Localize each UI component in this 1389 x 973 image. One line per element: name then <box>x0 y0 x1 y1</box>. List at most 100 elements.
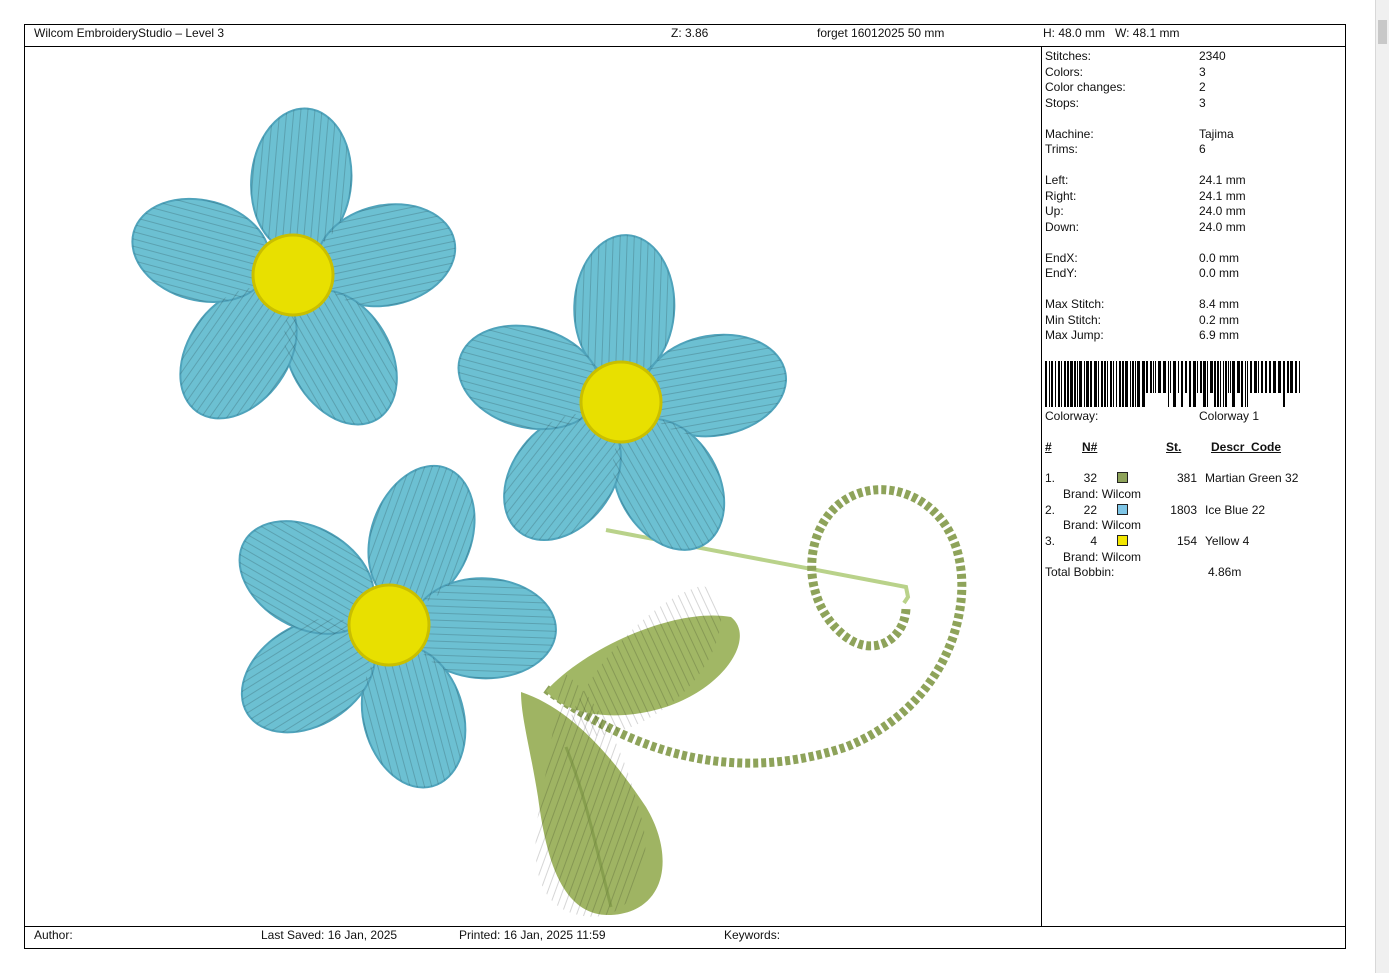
flower-top-left <box>131 107 457 426</box>
barcode-bar <box>1223 361 1224 407</box>
stat-label: Min Stitch: <box>1045 312 1102 327</box>
barcode-bar <box>1064 361 1066 407</box>
barcode-bar <box>1094 361 1097 407</box>
table-header-stitches: St. <box>1166 440 1182 454</box>
barcode-bar <box>1230 361 1231 393</box>
color-index: 2. <box>1045 502 1056 517</box>
footer-divider <box>25 926 1345 927</box>
barcode-bar <box>1077 361 1078 407</box>
stem-line <box>605 528 911 605</box>
barcode-bar <box>1116 361 1117 407</box>
footer-author: Author: <box>34 928 73 942</box>
design-dimensions: H: 48.0 mm W: 48.1 mm <box>1043 26 1180 40</box>
barcode-bar <box>1254 361 1257 393</box>
barcode-bar <box>1210 361 1213 393</box>
barcode-bar <box>1214 361 1216 407</box>
stat-label: Stops: <box>1045 95 1080 110</box>
stat-label: Max Stitch: <box>1045 297 1105 311</box>
barcode-bar <box>1119 361 1121 407</box>
vertical-scrollbar[interactable] <box>1375 0 1389 973</box>
barcode-bar <box>1051 361 1053 407</box>
stat-value: 24.0 mm <box>1199 219 1246 234</box>
flower-center <box>579 360 663 444</box>
color-swatch <box>1117 535 1128 546</box>
barcode-bar <box>1189 361 1191 407</box>
stat-value: 2340 <box>1199 49 1226 63</box>
barcode-bar <box>1067 361 1069 407</box>
barcode-bar <box>1225 361 1227 407</box>
barcode-bar <box>1203 361 1206 407</box>
barcode-bar <box>1200 361 1202 393</box>
barcode-bar <box>1158 361 1161 393</box>
barcode-bar <box>1269 361 1271 393</box>
stat-label: Left: <box>1045 173 1069 187</box>
footer-printed: Printed: 16 Jan, 2025 11:59 <box>459 928 606 942</box>
barcode-bar <box>1207 361 1208 407</box>
color-needle: 32 <box>1083 471 1097 485</box>
barcode-bar <box>1168 361 1169 407</box>
color-brand: Brand: Wilcom <box>1063 518 1142 532</box>
stat-label: EndY: <box>1045 266 1078 280</box>
barcode-bar <box>1135 361 1136 407</box>
color-description: Yellow 4 <box>1205 534 1250 548</box>
barcode-bar <box>1049 361 1050 407</box>
stat-value: 3 <box>1199 95 1206 110</box>
stat-value: 6.9 mm <box>1199 328 1240 342</box>
barcode <box>1045 361 1300 407</box>
stat-label: Trims: <box>1045 142 1078 156</box>
leaf-lower <box>521 673 663 917</box>
stat-label: Max Jump: <box>1045 328 1104 342</box>
barcode-bar <box>1104 361 1106 407</box>
stat-value: 0.0 mm <box>1199 266 1240 280</box>
barcode-bar <box>1055 361 1056 407</box>
color-stitches: 1803 <box>1170 502 1197 517</box>
scrollbar-thumb[interactable] <box>1378 20 1387 44</box>
barcode-bar <box>1299 361 1300 393</box>
barcode-bar <box>1074 361 1076 407</box>
color-description: Martian Green 32 <box>1205 471 1299 485</box>
table-header-num: # <box>1045 440 1052 454</box>
color-needle: 22 <box>1083 502 1097 517</box>
barcode-bar <box>1098 361 1099 407</box>
barcode-bar <box>1086 361 1089 407</box>
barcode-bar <box>1132 361 1134 407</box>
barcode-bar <box>1185 361 1187 393</box>
color-index: 1. <box>1045 471 1056 485</box>
barcode-bar <box>1273 361 1276 393</box>
production-worksheet: Wilcom EmbroideryStudio – Level 3 Z: 3.8… <box>24 24 1346 949</box>
footer-last-saved: Last Saved: 16 Jan, 2025 <box>261 928 398 942</box>
barcode-bar <box>1079 361 1082 407</box>
stat-label: Right: <box>1045 188 1077 203</box>
stat-label: Color changes: <box>1045 80 1126 94</box>
barcode-bar <box>1181 361 1183 407</box>
barcode-bar <box>1173 361 1176 407</box>
barcode-bar <box>1058 361 1060 407</box>
stat-label: Colors: <box>1045 64 1084 79</box>
barcode-bar <box>1295 361 1297 393</box>
stat-value: 2 <box>1199 80 1206 94</box>
stat-label: Down: <box>1045 219 1080 234</box>
barcode-bar <box>1110 361 1112 407</box>
barcode-bar <box>1250 361 1252 393</box>
barcode-bar <box>1153 361 1154 393</box>
flower-center <box>347 583 431 667</box>
color-swatch <box>1117 503 1128 515</box>
barcode-bar <box>1283 361 1285 407</box>
barcode-bar <box>1220 361 1221 407</box>
table-header-needle: N# <box>1082 440 1098 454</box>
barcode-bar <box>1237 361 1240 393</box>
colorway-label: Colorway: <box>1045 409 1099 423</box>
barcode-bar <box>1247 361 1248 407</box>
barcode-bar <box>1278 361 1281 393</box>
color-brand: Brand: Wilcom <box>1063 486 1142 501</box>
barcode-bar <box>1245 361 1246 407</box>
barcode-bar <box>1261 361 1263 393</box>
zoom-readout: Z: 3.86 <box>671 26 709 40</box>
stat-label: EndX: <box>1045 250 1078 265</box>
total-bobbin-label: Total Bobbin: <box>1045 565 1115 579</box>
barcode-bar <box>1122 361 1124 407</box>
embroidery-design-preview <box>131 107 967 917</box>
barcode-bar <box>1232 361 1235 407</box>
stat-value: 6 <box>1199 142 1206 156</box>
stat-label: Stitches: <box>1045 49 1092 63</box>
